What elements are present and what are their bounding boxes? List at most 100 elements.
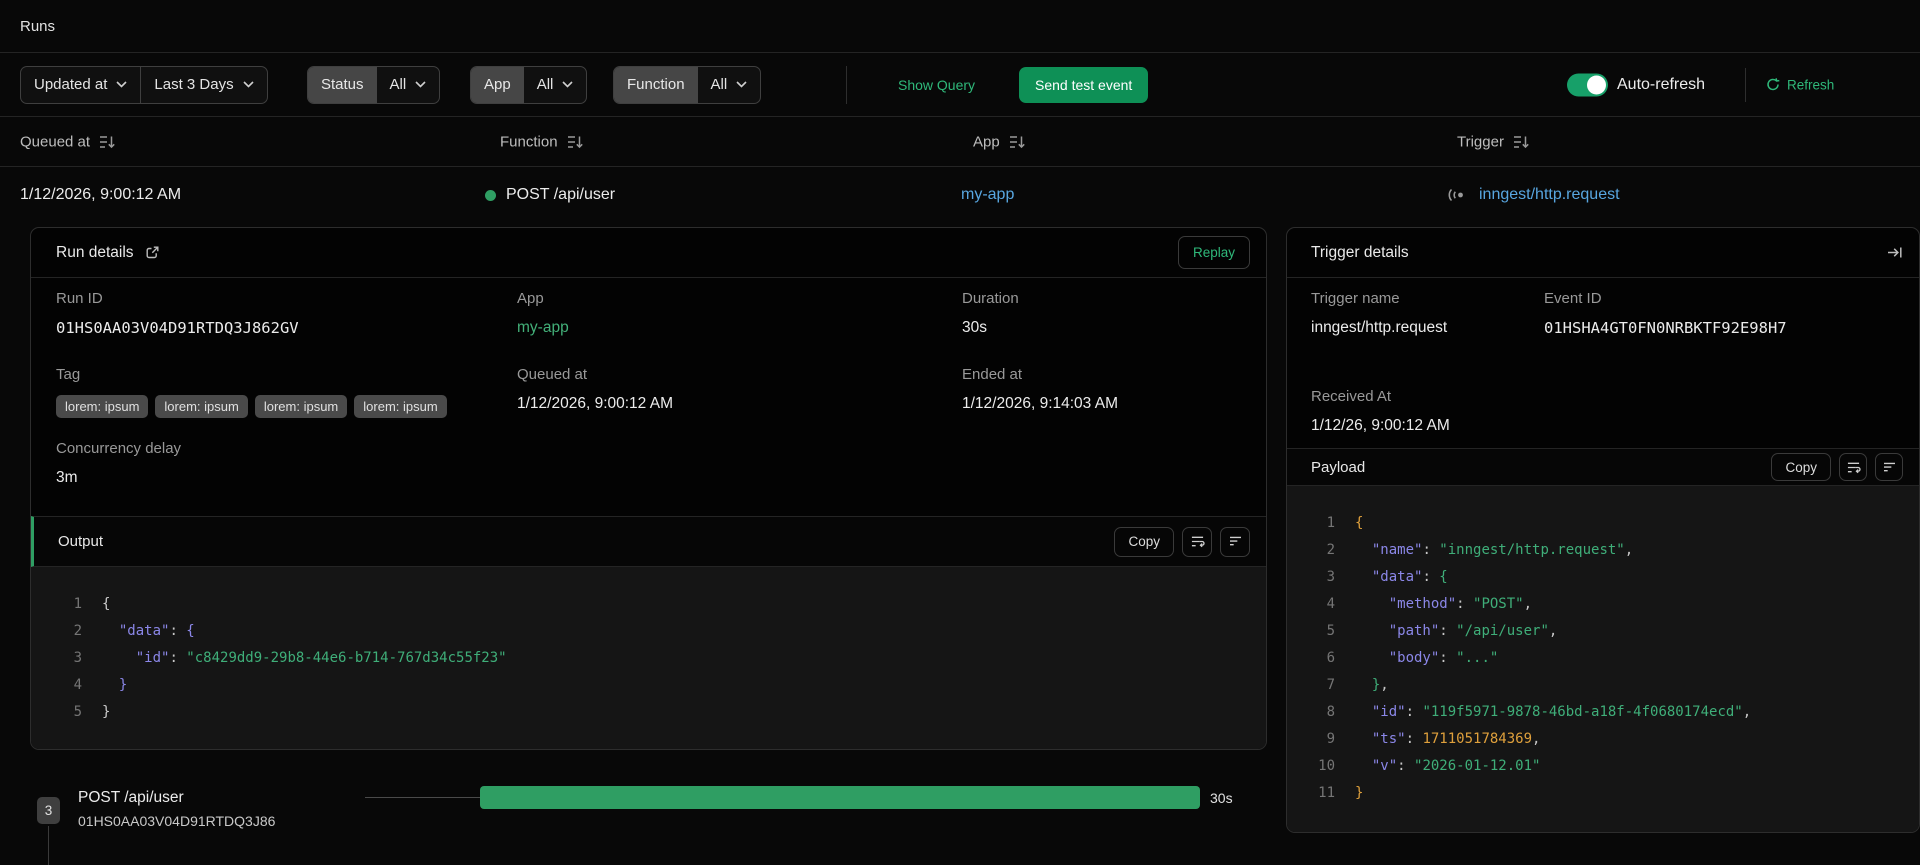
field-queued-at: Queued at 1/12/2026, 9:00:12 AM [517, 366, 673, 413]
divider [1745, 67, 1746, 102]
tag-chip: lorem: ipsum [354, 395, 447, 418]
app-filter-dropdown[interactable]: All [524, 67, 587, 103]
duration-value: 30s [962, 319, 987, 336]
timeline-run-id: 01HS0AA03V04D91RTDQ3J86 [78, 813, 276, 829]
chevron-down-icon [415, 81, 426, 88]
tag-list: lorem: ipsum lorem: ipsum lorem: ipsum lore… [56, 395, 447, 418]
expand-lines-icon[interactable] [1875, 453, 1903, 481]
sort-icon [100, 135, 115, 148]
page-title: Runs [20, 17, 56, 35]
column-label: Trigger [1457, 133, 1504, 150]
field-label: Tag [56, 366, 81, 383]
status-filter-label: Status [308, 66, 377, 103]
step-count-badge[interactable]: 3 [37, 797, 60, 824]
run-queued-at: 1/12/2026, 9:00:12 AM [20, 186, 182, 203]
sort-field-dropdown[interactable]: Updated at [21, 67, 140, 103]
collapse-panel-icon[interactable] [1886, 245, 1903, 260]
word-wrap-icon[interactable] [1839, 453, 1867, 481]
replay-button[interactable]: Replay [1177, 236, 1250, 269]
auto-refresh-label: Auto-refresh [1617, 75, 1706, 93]
concurrency-delay-value: 3m [56, 469, 78, 486]
run-details-title: Run details [56, 243, 134, 261]
column-label: App [973, 133, 1000, 150]
received-at-value: 1/12/26, 9:00:12 AM [1311, 417, 1450, 434]
field-tag: Tag lorem: ipsum lorem: ipsum lorem: ipsum… [56, 366, 447, 418]
field-label: Concurrency delay [56, 440, 182, 457]
app-filter-group: App All [470, 65, 588, 104]
sort-field-value: Updated at [34, 76, 108, 93]
send-test-event-button[interactable]: Send test event [1019, 66, 1149, 103]
payload-code-block: 1{2 "name": "inngest/http.request", 3 "da… [1287, 486, 1919, 832]
refresh-icon [1767, 78, 1780, 91]
field-label: Queued at [517, 366, 588, 383]
function-filter-label: Function [614, 66, 698, 103]
field-label: Ended at [962, 366, 1023, 383]
run-trigger-link[interactable]: inngest/http.request [1447, 186, 1620, 204]
status-filter-value: All [389, 76, 407, 93]
field-label: Duration [962, 290, 1019, 307]
queued-at-value: 1/12/2026, 9:00:12 AM [517, 395, 673, 412]
copy-payload-button[interactable]: Copy [1771, 453, 1831, 481]
timeline-function-name: POST /api/user [78, 789, 184, 806]
field-label: App [517, 290, 544, 307]
timeline-connector [48, 826, 49, 865]
word-wrap-icon[interactable] [1182, 526, 1212, 557]
app-link[interactable]: my-app [517, 319, 569, 337]
function-filter-group: Function All [613, 65, 762, 104]
payload-title: Payload [1311, 458, 1366, 476]
chevron-down-icon [116, 81, 127, 88]
field-app: App my-app [517, 290, 569, 337]
trigger-details-title: Trigger details [1311, 243, 1409, 261]
column-header-function[interactable]: Function [500, 133, 584, 150]
run-function-name: POST /api/user [506, 186, 616, 203]
status-dot-icon [485, 189, 496, 201]
field-event-id: Event ID 01HSHA4GT0FN0NRBKTF92E98H7 [1544, 290, 1787, 337]
sort-icon [1513, 135, 1529, 148]
chevron-down-icon [736, 81, 747, 88]
timeline-duration-bar[interactable] [480, 786, 1200, 809]
payload-section-header: Payload Copy [1287, 448, 1919, 486]
webhook-icon [1448, 188, 1463, 202]
show-query-button[interactable]: Show Query [898, 77, 975, 93]
auto-refresh-toggle[interactable] [1567, 73, 1608, 96]
run-trigger-name: inngest/http.request [1479, 186, 1620, 203]
run-row[interactable]: 1/12/2026, 9:00:12 AM POST /api/user my-… [0, 167, 1920, 223]
field-trigger-name: Trigger name inngest/http.request [1311, 290, 1447, 337]
chevron-down-icon [562, 81, 573, 88]
column-header-app[interactable]: App [973, 133, 1026, 150]
run-function-link[interactable]: POST /api/user [485, 186, 615, 204]
field-ended-at: Ended at 1/12/2026, 9:14:03 AM [962, 366, 1118, 413]
output-title: Output [58, 533, 104, 550]
runs-page: Runs Updated at Last 3 Days Status All A… [0, 0, 1920, 865]
copy-output-button[interactable]: Copy [1114, 526, 1174, 557]
expand-lines-icon[interactable] [1220, 526, 1250, 557]
event-id-value: 01HSHA4GT0FN0NRBKTF92E98H7 [1544, 319, 1787, 337]
field-label: Received At [1311, 388, 1392, 405]
sort-icon [1009, 135, 1025, 148]
field-label: Event ID [1544, 290, 1602, 307]
time-range-dropdown[interactable]: Last 3 Days [141, 67, 266, 103]
run-app-link[interactable]: my-app [961, 186, 1014, 204]
trigger-details-header: Trigger details [1287, 228, 1919, 278]
field-concurrency-delay: Concurrency delay 3m [56, 440, 181, 487]
ended-at-value: 1/12/2026, 9:14:03 AM [962, 395, 1118, 412]
output-code-block: 1{2 "data": {3 "id": "c8429dd9-29b8-44e6… [31, 567, 1266, 749]
column-label: Function [500, 133, 558, 150]
timeline-line [365, 797, 480, 798]
refresh-button[interactable]: Refresh [1766, 77, 1834, 92]
column-header-queued-at[interactable]: Queued at [20, 133, 116, 150]
status-filter-dropdown[interactable]: All [377, 67, 440, 103]
external-link-icon[interactable] [145, 245, 160, 260]
app-filter-label: App [471, 66, 524, 103]
status-filter-group: Status All [307, 65, 441, 104]
time-range-value: Last 3 Days [154, 76, 234, 93]
top-bar: Runs [0, 0, 1920, 53]
trigger-name-value: inngest/http.request [1311, 319, 1448, 336]
runs-table-header: Queued at Function App Trigger [0, 117, 1920, 167]
field-run-id: Run ID 01HS0AA03V04D91RTDQ3J862GV [56, 290, 299, 337]
column-header-trigger[interactable]: Trigger [1457, 133, 1530, 150]
function-filter-dropdown[interactable]: All [698, 67, 761, 103]
run-id-value: 01HS0AA03V04D91RTDQ3J862GV [56, 319, 299, 337]
output-section-header: Output Copy [31, 516, 1266, 567]
divider [846, 65, 847, 104]
